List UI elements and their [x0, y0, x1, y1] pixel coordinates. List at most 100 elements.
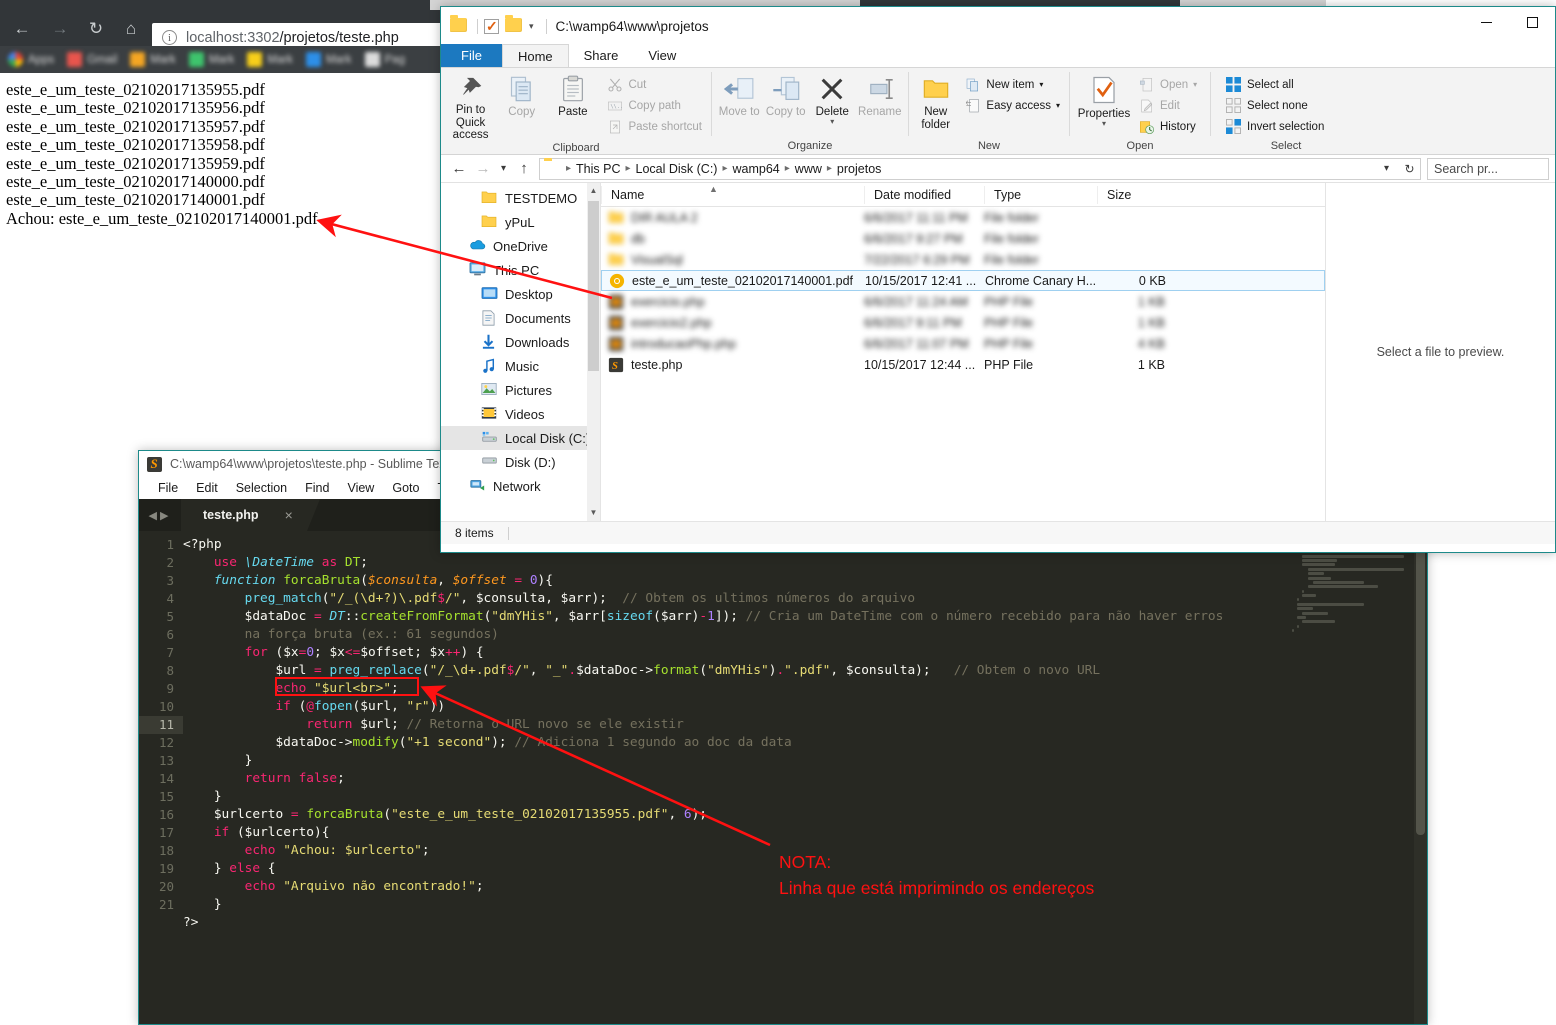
nav-item-music[interactable]: Music [441, 354, 600, 378]
column-header-size[interactable]: Size [1097, 185, 1165, 204]
bookmark-item[interactable]: Mark [130, 52, 176, 67]
file-list[interactable]: ▲ Name Date modified Type Size DIR AULA … [601, 183, 1325, 521]
scrollbar-thumb[interactable] [1416, 535, 1425, 835]
explorer-forward-icon[interactable]: → [471, 157, 495, 181]
menu-selection[interactable]: Selection [227, 481, 296, 495]
tab-home[interactable]: Home [501, 44, 569, 67]
scroll-down-icon[interactable]: ▼ [587, 505, 600, 521]
code-line[interactable]: return $url; // Retorna o URL novo se el… [183, 716, 1292, 734]
home-icon[interactable]: ⌂ [119, 16, 143, 40]
menu-goto[interactable]: Goto [383, 481, 428, 495]
forward-icon[interactable]: → [48, 16, 72, 40]
scroll-up-icon[interactable]: ▲ [587, 183, 600, 199]
code-line[interactable]: use \DateTime as DT; [183, 554, 1292, 572]
file-name-cell[interactable]: exercicio.php [601, 294, 864, 310]
code-line[interactable]: $urlcerto = forcaBruta("este_e_um_teste_… [183, 806, 1292, 824]
customize-caret-icon[interactable]: ▾ [529, 21, 534, 32]
history-button[interactable]: History [1134, 116, 1202, 137]
nav-item-videos[interactable]: Videos [441, 402, 600, 426]
code-line[interactable]: if ($urlcerto){ [183, 824, 1292, 842]
code-line[interactable]: for ($x=0; $x<=$offset; $x++) { [183, 644, 1292, 662]
nav-item-desktop[interactable]: Desktop [441, 282, 600, 306]
file-name-cell[interactable]: este_e_um_teste_02102017140001.pdf [602, 273, 865, 289]
code-line[interactable]: $url = preg_replace("/_\d+.pdf$/", "_".$… [183, 662, 1292, 680]
cut-button[interactable]: Cut [602, 74, 707, 95]
code-line[interactable]: ?> [183, 914, 1292, 932]
nav-item-downloads[interactable]: Downloads [441, 330, 600, 354]
easy-access-button[interactable]: Easy access ▾ [960, 95, 1065, 116]
code-line[interactable]: } [183, 788, 1292, 806]
nav-item-this-pc[interactable]: This PC [441, 258, 600, 282]
table-row[interactable]: exercicio.php 6/6/2017 11:24 AM PHP File 1 … [601, 291, 1325, 312]
reload-icon[interactable]: ↻ [84, 16, 108, 40]
nav-item-pictures[interactable]: Pictures [441, 378, 600, 402]
minimize-icon[interactable] [1463, 7, 1509, 38]
editor-tab-teste-php[interactable]: teste.php × [181, 499, 320, 531]
menu-find[interactable]: Find [296, 481, 338, 495]
table-row[interactable]: exercicio2.php 6/6/2017 9:11 PM PHP File 1 … [601, 312, 1325, 333]
tab-view[interactable]: View [633, 44, 691, 67]
nav-item-disk-d[interactable]: Disk (D:) [441, 450, 600, 474]
properties-check-icon[interactable] [484, 18, 499, 35]
column-header-name[interactable]: Name [601, 185, 864, 204]
editor-scrollbar[interactable] [1414, 531, 1427, 1024]
properties-button[interactable]: Properties ▾ [1074, 71, 1134, 140]
close-icon[interactable]: × [285, 507, 293, 523]
recent-locations-chevron-down-icon[interactable]: ▾ [495, 157, 512, 181]
crumb-www[interactable]: www [792, 162, 825, 176]
bookmark-item[interactable]: Mark [305, 52, 352, 67]
maximize-icon[interactable] [1509, 7, 1555, 38]
copy-button[interactable]: Copy [496, 71, 547, 142]
crumb-local-disk[interactable]: Local Disk (C:) [633, 162, 721, 176]
file-name-cell[interactable]: db [601, 231, 864, 247]
menu-view[interactable]: View [338, 481, 383, 495]
nav-item-network[interactable]: Network [441, 474, 600, 498]
open-button[interactable]: Open ▾ [1134, 74, 1202, 95]
copy-to-button[interactable]: Copy to [763, 71, 809, 140]
paste-shortcut-button[interactable]: Paste shortcut [602, 116, 707, 137]
edit-button[interactable]: Edit [1134, 95, 1202, 116]
nav-pane-scrollbar[interactable]: ▲ ▼ [587, 183, 600, 521]
address-dropdown-chevron-down-icon[interactable]: ▾ [1378, 163, 1395, 174]
delete-button[interactable]: Delete ▾ [809, 71, 855, 140]
nav-item-documents[interactable]: Documents [441, 306, 600, 330]
code-line[interactable]: echo "$url<br>"; [183, 680, 1292, 698]
bookmark-item[interactable]: Gmail [67, 52, 117, 67]
file-name-cell[interactable]: VisualSql [601, 252, 864, 268]
crumb-this-pc[interactable]: This PC [573, 162, 623, 176]
tab-share[interactable]: Share [569, 44, 634, 67]
bookmark-item[interactable]: Apps [8, 52, 54, 67]
browser-tab-active[interactable] [0, 0, 430, 10]
code-area[interactable]: <?php use \DateTime as DT; function forc… [183, 531, 1292, 1024]
tab-file[interactable]: File [441, 44, 502, 67]
code-line[interactable]: $dataDoc = DT::createFromFormat ("dmYHis"… [183, 608, 1292, 626]
new-item-button[interactable]: New item ▾ [960, 74, 1065, 95]
nav-item-testdemo[interactable]: TESTDEMO [441, 186, 600, 210]
code-line[interactable]: if (@fopen($url, "r")) [183, 698, 1292, 716]
file-name-cell[interactable]: introducaoPhp.php [601, 336, 864, 352]
crumb-projetos[interactable]: projetos [834, 162, 884, 176]
code-line[interactable]: na força bruta (ex.: 61 segundos) [183, 626, 1292, 644]
file-name-cell[interactable]: DIR AULA 2 [601, 210, 864, 226]
table-row[interactable]: db 6/6/2017 9:27 PM File folder [601, 228, 1325, 249]
table-row[interactable]: Steste.php 10/15/2017 12:44 ... PHP File 1 … [601, 354, 1325, 375]
minimap[interactable] [1292, 531, 1414, 1024]
paste-button[interactable]: Paste [547, 71, 598, 142]
pin-to-quick-access-button[interactable]: Pin to Quick access [445, 71, 496, 142]
copy-path-button[interactable]: \\.. Copy path [602, 95, 707, 116]
new-folder-icon[interactable] [505, 15, 522, 34]
code-line[interactable]: } [183, 752, 1292, 770]
scrollbar-thumb[interactable] [588, 201, 599, 371]
code-line[interactable]: function forcaBruta($consulta, $offset =… [183, 572, 1292, 590]
rename-button[interactable]: Rename [856, 71, 904, 140]
invert-selection-button[interactable]: Invert selection [1221, 116, 1329, 137]
explorer-back-icon[interactable]: ← [447, 157, 471, 181]
column-header-type[interactable]: Type [984, 185, 1097, 204]
menu-edit[interactable]: Edit [187, 481, 227, 495]
move-to-button[interactable]: Move to [716, 71, 762, 140]
table-row[interactable]: DIR AULA 2 6/6/2017 11:11 PM File folder [601, 207, 1325, 228]
select-all-button[interactable]: Select all [1221, 74, 1329, 95]
code-line[interactable]: $dataDoc->modify("+1 second"); // Adicio… [183, 734, 1292, 752]
search-input[interactable]: Search pr... [1427, 157, 1549, 180]
navigation-pane[interactable]: TESTDEMO yPuL OneDrive This PC Desktop Docume… [441, 183, 601, 521]
